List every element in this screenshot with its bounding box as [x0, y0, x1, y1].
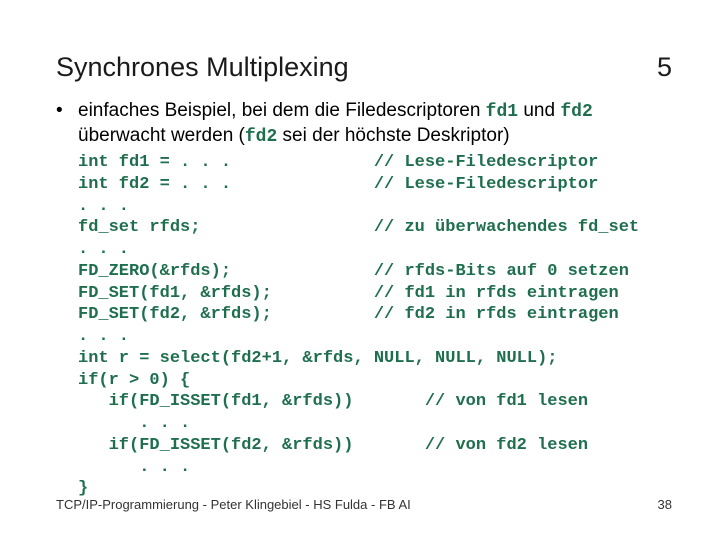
code-block: int fd1 = . . . // Lese-Filedescriptor i…: [78, 152, 672, 500]
bullet-mid: und: [518, 100, 560, 121]
bullet-tail: sei der höchste Deskriptor): [277, 125, 509, 146]
title-row: Synchrones Multiplexing 5: [56, 52, 672, 83]
slide: Synchrones Multiplexing 5 • einfaches Be…: [0, 0, 720, 540]
bullet-pre: einfaches Beispiel, bei dem die Filedesc…: [78, 100, 486, 121]
footer-text: TCP/IP-Programmierung - Peter Klingebiel…: [56, 497, 411, 512]
bullet-mark: •: [56, 99, 78, 123]
slide-title: Synchrones Multiplexing: [56, 52, 349, 83]
inline-code-fd1: fd1: [486, 102, 518, 122]
footer: TCP/IP-Programmierung - Peter Klingebiel…: [56, 497, 672, 512]
bullet-text: einfaches Beispiel, bei dem die Filedesc…: [78, 99, 672, 148]
slide-title-number: 5: [657, 52, 672, 83]
bullet-after: überwacht werden (: [78, 125, 245, 146]
page-number: 38: [658, 497, 672, 512]
inline-code-fd2: fd2: [560, 102, 592, 122]
inline-code-fd2b: fd2: [245, 127, 277, 147]
bullet-item: • einfaches Beispiel, bei dem die Filede…: [56, 99, 672, 148]
